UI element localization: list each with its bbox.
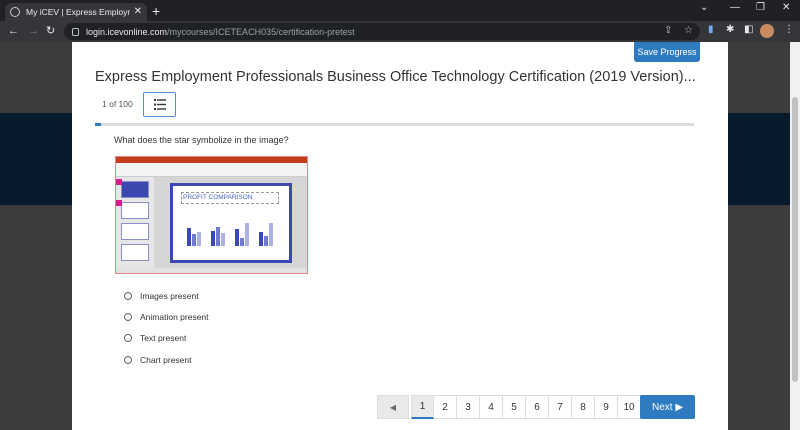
tab-search-icon[interactable]: ⌄ (700, 2, 708, 13)
star-marker (116, 179, 122, 185)
question-text: What does the star symbolize in the imag… (114, 135, 289, 145)
save-progress-button[interactable]: Save Progress (634, 42, 700, 62)
radio-button[interactable] (124, 291, 132, 300)
question-image: PROFIT COMPARISON (115, 156, 308, 274)
page-button[interactable]: 3 (457, 395, 480, 419)
slide-title: PROFIT COMPARISON (183, 194, 253, 201)
question-list-button[interactable] (143, 92, 176, 117)
close-window-icon[interactable]: ✕ (782, 2, 790, 13)
browser-tab[interactable]: My iCEV | Express Employment P ✕ (5, 3, 147, 21)
tab-title: My iCEV | Express Employment P (26, 7, 130, 17)
page-button[interactable]: 9 (595, 395, 618, 419)
next-button[interactable]: Next ▶ (640, 395, 695, 419)
answer-option-label: Animation present (140, 311, 209, 322)
browser-tab-bar: My iCEV | Express Employment P ✕ + ⌄ — ❐… (0, 0, 800, 21)
page-button[interactable]: 4 (480, 395, 503, 419)
page-button[interactable]: 2 (434, 395, 457, 419)
previous-page-button[interactable]: ◀ (377, 395, 409, 419)
back-icon[interactable]: ← (8, 24, 19, 38)
scrollbar[interactable] (790, 42, 800, 430)
pagination: ◀ 1 2 3 4 5 6 7 8 9 10 (377, 395, 641, 419)
scrollbar-thumb[interactable] (792, 97, 798, 382)
puzzle-icon[interactable]: ✱ (726, 24, 734, 35)
page-button[interactable]: 1 (411, 395, 434, 419)
quiz-card: Save Progress Express Employment Profess… (72, 42, 728, 430)
reload-icon[interactable]: ↻ (46, 24, 55, 38)
page-button[interactable]: 5 (503, 395, 526, 419)
page-button[interactable]: 7 (549, 395, 572, 419)
slide-thumbnails (116, 177, 154, 269)
share-icon[interactable]: ⇪ (664, 25, 672, 36)
globe-icon (10, 7, 20, 17)
radio-button[interactable] (124, 334, 132, 343)
restore-icon[interactable]: ❐ (756, 2, 765, 13)
profile-avatar[interactable] (760, 24, 774, 38)
browser-toolbar: ← → ↻ login.icevonline.com/mycourses/ICE… (0, 21, 800, 42)
answer-option[interactable]: Images present (124, 285, 209, 306)
answer-option[interactable]: Chart present (124, 349, 209, 370)
extension-icon[interactable]: ▮ (708, 24, 714, 35)
answer-option-label: Images present (140, 290, 199, 301)
answer-option-label: Text present (140, 333, 187, 344)
close-tab-icon[interactable]: ✕ (134, 7, 142, 17)
page-button[interactable]: 10 (618, 395, 641, 419)
answer-option[interactable]: Animation present (124, 306, 209, 327)
page-button[interactable]: 8 (572, 395, 595, 419)
slide-preview: PROFIT COMPARISON (170, 183, 292, 263)
url-text: login.icevonline.com/mycourses/ICETEACH0… (86, 26, 355, 37)
answer-option-label: Chart present (140, 354, 192, 365)
progress-fill (95, 123, 101, 126)
lock-icon (72, 27, 79, 36)
page-button[interactable]: 6 (526, 395, 549, 419)
page-viewport: Save Progress Express Employment Profess… (0, 42, 800, 430)
new-tab-icon[interactable]: + (152, 3, 160, 19)
list-icon (153, 99, 166, 110)
progress-track (95, 123, 694, 126)
radio-button[interactable] (124, 355, 132, 364)
minimize-icon[interactable]: — (730, 2, 740, 13)
forward-icon[interactable]: → (28, 24, 39, 38)
radio-button[interactable] (124, 312, 132, 321)
answer-options: Images present Animation present Text pres… (124, 285, 209, 370)
answer-option[interactable]: Text present (124, 328, 209, 349)
page-title: Express Employment Professionals Busines… (95, 69, 696, 85)
menu-icon[interactable]: ⋮ (784, 24, 794, 35)
question-counter: 1 of 100 (102, 99, 133, 109)
side-panel-icon[interactable]: ◧ (744, 24, 753, 35)
bookmark-star-icon[interactable]: ☆ (684, 25, 693, 36)
address-bar[interactable]: login.icevonline.com/mycourses/ICETEACH0… (64, 23, 700, 40)
star-marker (116, 200, 122, 206)
